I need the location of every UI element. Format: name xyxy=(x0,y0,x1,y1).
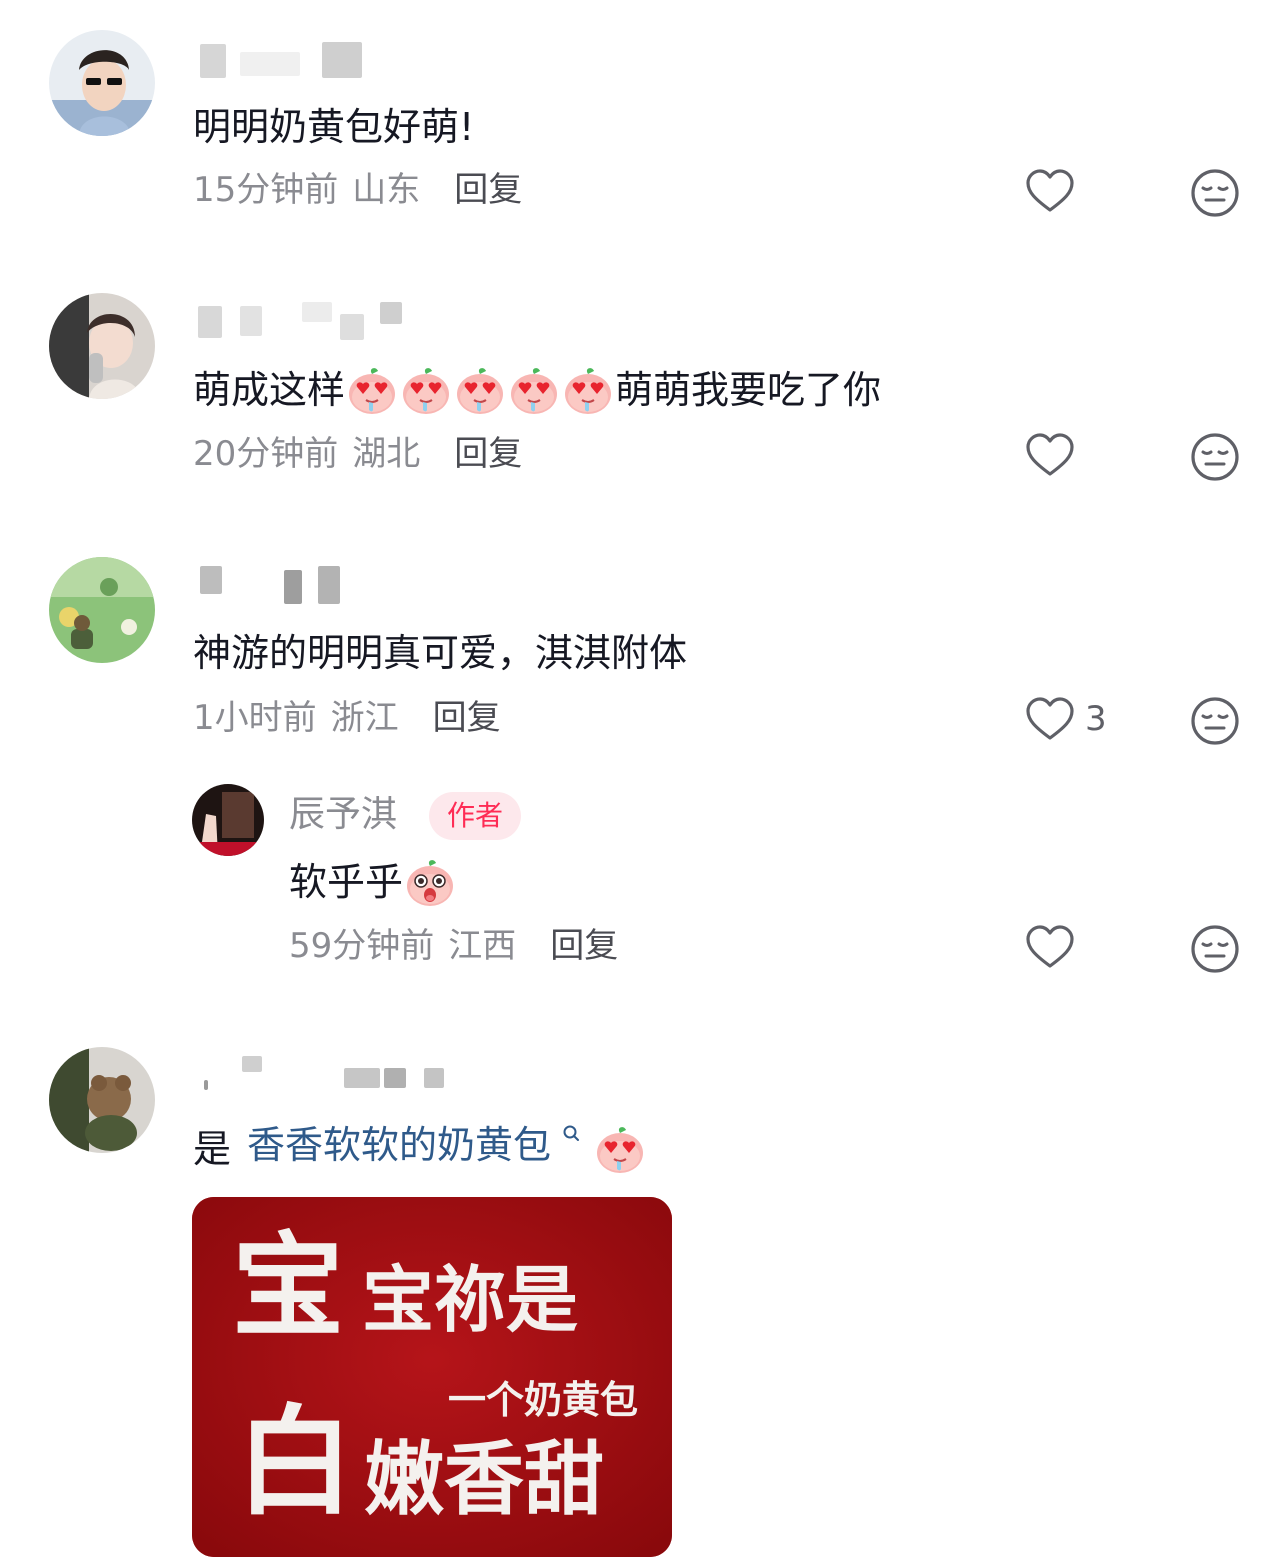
avatar[interactable] xyxy=(49,1047,155,1153)
meme-line1-big: 宝 xyxy=(232,1221,344,1352)
comment-text-prefix: 是 xyxy=(193,1126,232,1171)
search-icon[interactable] xyxy=(555,1125,580,1152)
search-link[interactable]: 香香软软的奶黄包 xyxy=(247,1120,580,1177)
comment-text: 是 香香软软的奶黄包 xyxy=(193,1120,647,1177)
heart-eyes-drool-emoji xyxy=(596,1125,645,1174)
username-blurred[interactable] xyxy=(194,1050,454,1094)
comment-item-4: 是 香香软软的奶黄包 宝 宝祢是 一个奶黄包 白 嫩香甜 xyxy=(0,0,1262,1559)
meme-line3-big: 白 xyxy=(236,1392,355,1531)
meme-image[interactable]: 宝 宝祢是 一个奶黄包 白 嫩香甜 xyxy=(192,1197,672,1557)
meme-line3-rest: 嫩香甜 xyxy=(364,1432,604,1526)
meme-line1-rest: 宝祢是 xyxy=(362,1257,579,1342)
search-link-text[interactable]: 香香软软的奶黄包 xyxy=(247,1123,551,1167)
meme-line2-small: 一个奶黄包 xyxy=(448,1377,639,1422)
